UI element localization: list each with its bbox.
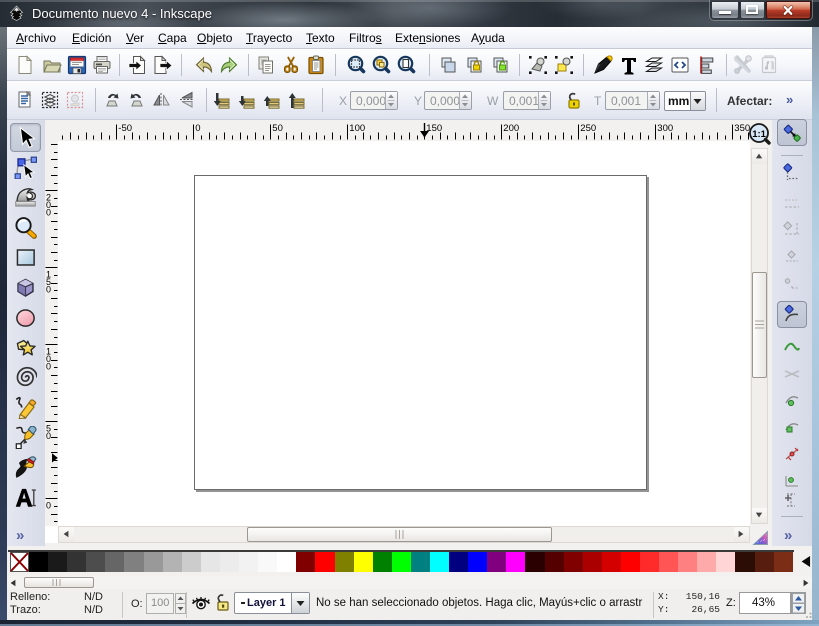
svg-text:0: 0 [46,500,51,510]
svg-text:0: 0 [46,284,51,294]
svg-text:300: 300 [657,123,673,134]
svg-text:50: 50 [272,123,283,134]
svg-text:100: 100 [349,123,365,134]
svg-text:200: 200 [503,123,519,134]
svg-text:150: 150 [426,123,442,134]
svg-text:0: 0 [46,431,51,441]
svg-text:250: 250 [580,123,596,134]
svg-text:0: 0 [46,207,51,217]
svg-text:0: 0 [195,123,200,134]
svg-text:0: 0 [46,361,51,371]
svg-text:1:1: 1:1 [752,129,766,140]
svg-text:-50: -50 [118,123,132,134]
